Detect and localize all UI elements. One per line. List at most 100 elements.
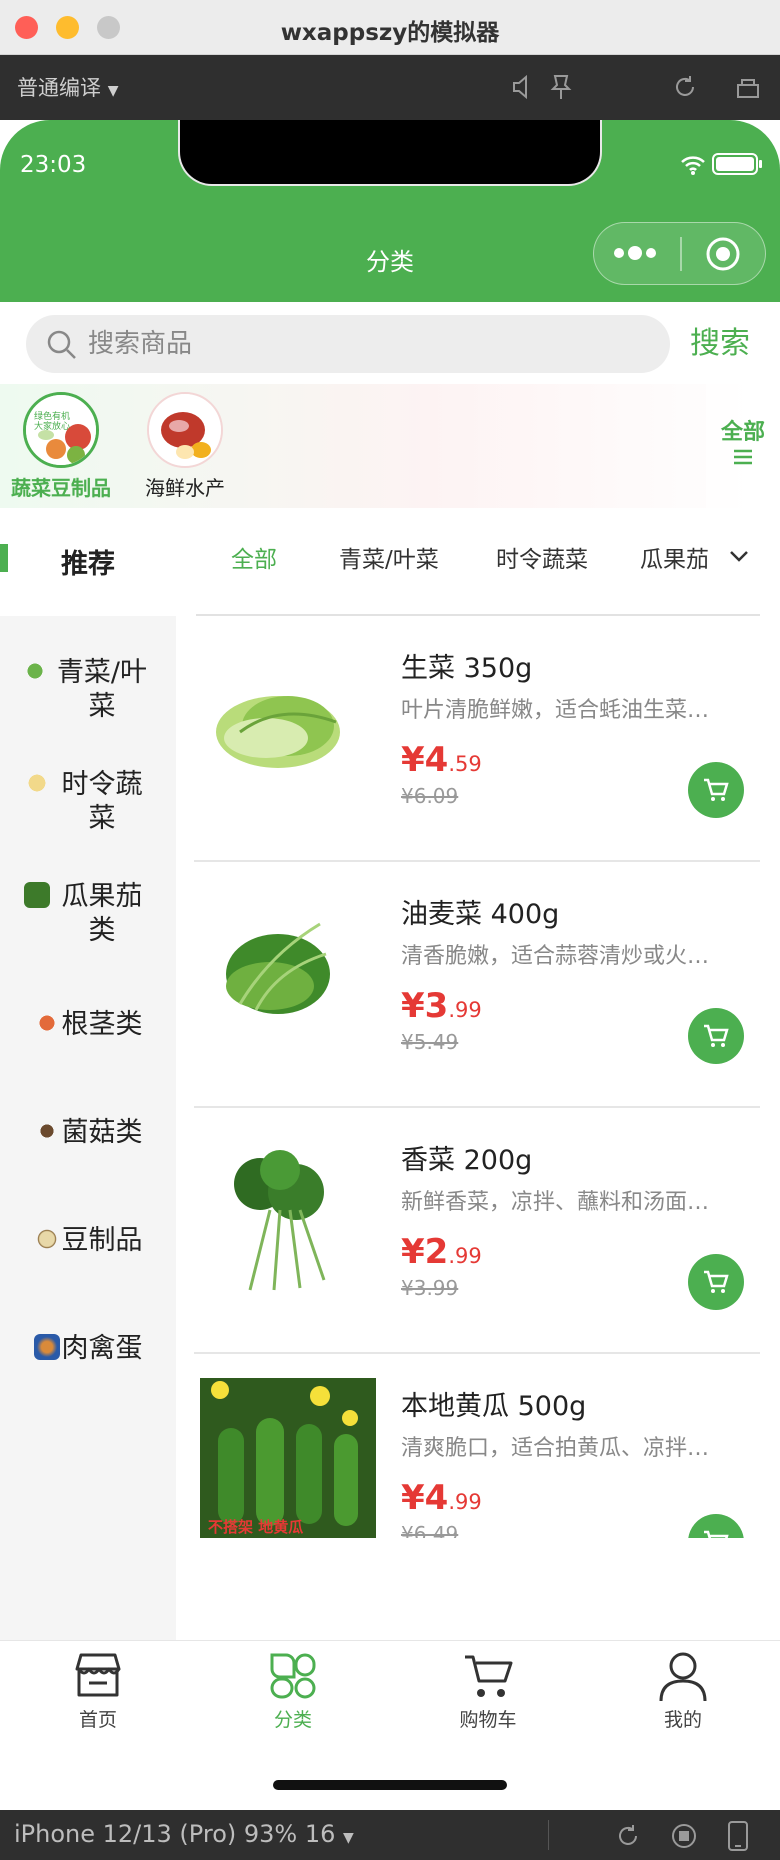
product-description: 清香脆嫩，适合蒜蓉清炒或火… xyxy=(401,944,710,969)
subtab-leafy[interactable]: 青菜/叶菜 xyxy=(339,540,439,574)
price-decimal: .99 xyxy=(448,998,482,1022)
phone-screen: 23:03 分类 搜索商品 搜索 绿色有机 大家放心 蔬菜豆制品 海鲜水产 全部… xyxy=(0,120,780,1810)
pin-icon[interactable] xyxy=(546,72,576,102)
category-icon xyxy=(270,1653,316,1699)
menu-icon xyxy=(734,449,752,465)
product-name: 本地黄瓜 500g xyxy=(401,1391,587,1422)
compile-mode-select[interactable]: 普通编译 ▼ xyxy=(17,72,118,102)
product-price: ¥4.99 xyxy=(401,1478,482,1518)
add-to-cart-button[interactable] xyxy=(688,1008,744,1064)
meat-icon xyxy=(33,1334,60,1360)
tab-label: 分类 xyxy=(273,1709,312,1731)
seasonal-veg-icon xyxy=(24,770,50,796)
sidebar-item-label: 青菜/叶菜 xyxy=(56,657,148,722)
sidebar-item-tofu[interactable]: 豆制品 xyxy=(0,1224,176,1258)
veg-category-image: 绿色有机 大家放心 xyxy=(23,392,99,468)
refresh-icon[interactable] xyxy=(670,72,700,102)
status-time: 23:03 xyxy=(20,152,87,178)
seafood-category-image xyxy=(147,392,223,468)
simulator-toolbar: 普通编译 ▼ xyxy=(0,55,780,120)
sidebar-item-leafy[interactable]: 青菜/叶菜 xyxy=(0,656,176,724)
close-target-icon[interactable] xyxy=(705,236,741,272)
home-button-icon[interactable] xyxy=(670,1822,698,1850)
subcategory-tabs: 全部 青菜/叶菜 时令蔬菜 瓜果茄 xyxy=(176,508,780,616)
price-integer: ¥4 xyxy=(401,740,449,780)
tab-label: 购物车 xyxy=(459,1709,517,1731)
subtab-seasonal[interactable]: 时令蔬菜 xyxy=(496,540,588,574)
subtab-gourd[interactable]: 瓜果茄 xyxy=(640,540,710,574)
tab-label: 我的 xyxy=(663,1709,702,1731)
root-veg-icon xyxy=(33,1010,60,1036)
sidebar-item-root[interactable]: 根茎类 xyxy=(0,1008,176,1042)
tab-label: 首页 xyxy=(78,1709,117,1731)
price-decimal: .99 xyxy=(448,1244,482,1268)
product-name: 香菜 200g xyxy=(401,1145,533,1176)
wifi-icon xyxy=(681,156,705,175)
mute-icon[interactable] xyxy=(508,72,538,102)
tab-home[interactable]: 首页 xyxy=(28,1649,168,1732)
svg-text:大家放心: 大家放心 xyxy=(34,420,70,432)
sidebar-item-gourd[interactable]: 瓜果茄类 xyxy=(0,880,176,948)
sidebar-item-meat[interactable]: 肉禽蛋 xyxy=(0,1332,176,1366)
price-integer: ¥2 xyxy=(401,1232,449,1272)
navigation-bar: 23:03 分类 xyxy=(0,120,780,302)
product-card[interactable]: 生菜 350g 叶片清脆鲜嫩，适合蚝油生菜… ¥4.59 ¥6.09 xyxy=(176,616,780,860)
search-box[interactable] xyxy=(26,315,670,373)
top-category-strip: 绿色有机 大家放心 蔬菜豆制品 海鲜水产 全部 xyxy=(0,384,780,508)
search-button[interactable]: 搜索 xyxy=(690,318,750,362)
tab-mine[interactable]: 我的 xyxy=(613,1649,753,1732)
device-notch xyxy=(178,120,602,186)
window-titlebar: wxappszy的模拟器 xyxy=(0,0,780,55)
cart-icon xyxy=(704,1270,729,1293)
all-categories-label: 全部 xyxy=(720,420,765,445)
all-categories-button[interactable]: 全部 xyxy=(706,384,780,508)
add-to-cart-button[interactable] xyxy=(688,1254,744,1310)
product-price: ¥4.59 xyxy=(401,740,482,780)
mushroom-icon xyxy=(33,1118,60,1144)
sidebar-item-seasonal[interactable]: 时令蔬菜 xyxy=(0,768,176,836)
product-name: 生菜 350g xyxy=(401,653,533,684)
svg-text:绿色有机: 绿色有机 xyxy=(34,410,70,422)
top-category-seafood[interactable]: 海鲜水产 xyxy=(124,392,246,501)
product-description: 叶片清脆鲜嫩，适合蚝油生菜… xyxy=(401,698,710,723)
tab-category[interactable]: 分类 xyxy=(223,1649,363,1732)
subtab-all[interactable]: 全部 xyxy=(231,540,277,574)
battery-icon xyxy=(712,153,762,175)
top-category-label: 蔬菜豆制品 xyxy=(11,476,111,500)
chevron-down-icon: ▼ xyxy=(343,1830,354,1846)
product-price: ¥2.99 xyxy=(401,1232,482,1272)
phone-frame-icon[interactable] xyxy=(726,1820,750,1852)
sidebar-item-recommend[interactable]: 推荐 xyxy=(0,508,176,616)
product-description: 清爽脆口，适合拍黄瓜、凉拌… xyxy=(401,1436,710,1461)
window-title: wxappszy的模拟器 xyxy=(280,20,500,46)
rotate-icon[interactable] xyxy=(733,72,763,102)
product-description: 新鲜香菜，凉拌、蘸料和汤面… xyxy=(401,1190,710,1215)
chevron-down-icon[interactable] xyxy=(728,548,750,564)
search-input[interactable] xyxy=(88,325,648,363)
capsule-divider xyxy=(680,237,682,271)
rotate-device-icon[interactable] xyxy=(614,1822,642,1850)
tab-cart[interactable]: 购物车 xyxy=(418,1649,558,1732)
original-price: ¥6.49 xyxy=(401,1522,459,1538)
device-select[interactable]: iPhone 12/13 (Pro) 93% 16 ▼ xyxy=(14,1820,354,1848)
mini-program-capsule xyxy=(593,222,766,285)
tofu-icon xyxy=(33,1226,60,1252)
price-integer: ¥3 xyxy=(401,986,449,1026)
sidebar-item-label: 根茎类 xyxy=(61,1009,143,1040)
home-indicator xyxy=(273,1780,507,1790)
more-icon[interactable] xyxy=(612,241,658,265)
top-category-veg[interactable]: 绿色有机 大家放心 蔬菜豆制品 xyxy=(0,392,122,501)
add-to-cart-button[interactable] xyxy=(688,762,744,818)
original-price: ¥5.49 xyxy=(401,1030,459,1054)
cucumber-image-caption: 不搭架 地黄瓜 xyxy=(208,1518,303,1536)
device-name: iPhone 12/13 (Pro) 93% 16 xyxy=(14,1820,336,1848)
price-decimal: .59 xyxy=(448,752,482,776)
product-card[interactable]: 不搭架 地黄瓜 本地黄瓜 500g 清爽脆口，适合拍黄瓜、凉拌… ¥4.99 ¥… xyxy=(176,1354,780,1538)
add-to-cart-button[interactable] xyxy=(688,1514,744,1538)
price-integer: ¥4 xyxy=(401,1478,449,1518)
product-card[interactable]: 油麦菜 400g 清香脆嫩，适合蒜蓉清炒或火… ¥3.99 ¥5.49 xyxy=(176,862,780,1106)
sidebar-item-mushroom[interactable]: 菌菇类 xyxy=(0,1116,176,1150)
product-card[interactable]: 香菜 200g 新鲜香菜，凉拌、蘸料和汤面… ¥2.99 ¥3.99 xyxy=(176,1108,780,1352)
cart-icon xyxy=(704,1024,729,1047)
product-image-youmai xyxy=(200,894,356,1050)
